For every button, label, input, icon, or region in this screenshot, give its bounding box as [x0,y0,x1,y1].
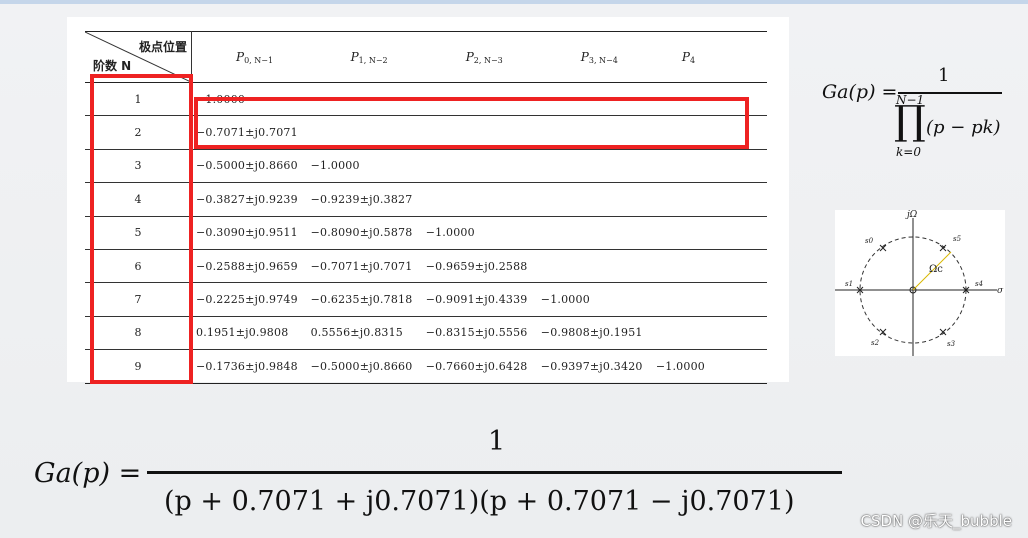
pole-value-cell: −0.3090±j0.9511 [196,226,298,240]
label-omega-c: Ωc [929,264,943,275]
csdn-watermark: CSDN @乐天_bubble [860,512,1012,530]
pole-value-cell [652,183,767,216]
pole-value-cell: −0.7071±j0.7071 [310,259,413,273]
label-s4: s4 [975,280,983,288]
pole-value-cell [422,183,537,216]
header-p2: P2, N−3 [465,49,503,65]
header-p0: P0, N−1 [236,49,274,65]
pole-value-cell: −1.0000 [310,159,360,173]
pole-value-cell: −0.5000±j0.8660 [196,159,298,173]
formula-numerator: 1 [938,65,950,86]
product-lower-limit: k=0 [896,145,921,159]
pole-value-cell [652,149,767,182]
formula2-numerator: 1 [488,426,506,457]
pole-value-cell [537,216,652,249]
header-order-n: 阶数 N [93,59,132,73]
pole-value-cell: −0.7660±j0.6428 [425,359,528,373]
pole-value-cell: 0.1951±j0.9808 [196,326,289,340]
axis-label-real: σ [997,286,1004,296]
header-pole-position: 极点位置 [138,40,187,54]
pole-value-cell: 0.5556±j0.8315 [310,326,403,340]
highlight-box-row-2 [194,97,749,149]
pole-value-cell: −0.9239±j0.3827 [310,192,413,206]
formula2-fraction-bar [147,471,842,474]
pole-value-cell [537,183,652,216]
axis-label-imag: jΩ [905,210,918,220]
pole-value-cell: −1.0000 [425,226,475,240]
pole-value-cell: −0.3827±j0.9239 [196,192,298,206]
pole-value-cell [652,316,767,349]
label-s1: s1 [845,280,853,288]
product-symbol: ∏ [894,98,926,144]
pole-value-cell [537,149,652,182]
pole-value-cell: −0.2588±j0.9659 [196,259,298,273]
pole-value-cell: −0.2225±j0.9749 [196,293,298,307]
pole-value-cell: −0.9659±j0.2588 [425,259,528,273]
pole-value-cell: −0.1736±j0.9848 [196,359,298,373]
label-s0: s0 [865,237,874,245]
pole-value-cell: −0.6235±j0.7818 [310,293,413,307]
header-p4: P4 [681,49,696,65]
pole-value-cell: −1.0000 [655,359,705,373]
pole-value-cell [537,249,652,282]
pole-value-cell [652,249,767,282]
pole-value-cell [422,149,537,182]
top-accent-line [0,0,1028,4]
formula2-denominator: (p + 0.7071 + j0.7071)(p + 0.7071 − j0.7… [164,486,795,517]
pole-value-cell: −0.5000±j0.8660 [310,359,413,373]
pole-value-cell: −0.8090±j0.5878 [310,226,413,240]
label-s2: s2 [871,339,880,347]
pole-value-cell: −1.0000 [540,293,590,307]
highlight-box-order-column [90,74,193,384]
pole-value-cell: −0.9091±j0.4339 [425,293,528,307]
s-plane-pole-diagram: jΩ σ s0 s5 s1 s4 s2 s3 Ωc [835,210,1005,356]
product-term: (p − pk) [926,117,1001,138]
pole-value-cell: −0.8315±j0.5556 [425,326,528,340]
s-plane-svg: jΩ σ s0 s5 s1 s4 s2 s3 Ωc [835,210,1004,356]
pole-value-cell: −0.9808±j0.1951 [540,326,643,340]
pole-value-cell: −0.9397±j0.3420 [540,359,643,373]
header-p3: P3, N−4 [580,49,618,65]
formula-lhs: Ga(p) = [822,81,898,103]
n2-transfer-formula: Ga(p) = 1 (p + 0.7071 + j0.7071)(p + 0.7… [30,420,850,530]
label-s5: s5 [953,235,962,243]
general-transfer-formula: Ga(p) = 1 N−1 ∏ (p − pk) k=0 [818,65,1008,175]
pole-value-cell [652,283,767,316]
formula2-lhs: Ga(p) = [34,458,142,489]
pole-value-cell [652,216,767,249]
header-p1: P1, N−2 [350,49,388,65]
label-s3: s3 [947,340,956,348]
